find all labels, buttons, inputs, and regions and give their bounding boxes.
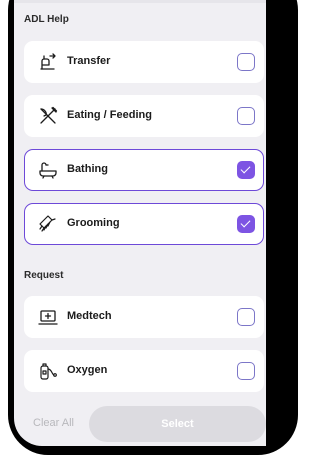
utensils-icon (38, 106, 58, 126)
checkbox-grooming[interactable] (237, 215, 255, 233)
top-divider (14, 0, 266, 3)
checkbox-medtech[interactable] (237, 308, 255, 326)
transfer-icon (38, 52, 58, 72)
option-card-oxygen[interactable]: Oxygen (24, 350, 264, 392)
section-title-adl-help: ADL Help (24, 14, 69, 25)
option-label: Grooming (67, 217, 120, 229)
option-card-bathing[interactable]: Bathing (24, 149, 264, 191)
checkbox-transfer[interactable] (237, 53, 255, 71)
oxygen-tank-icon (38, 361, 58, 381)
screen: ADL Help Transfer Eating / Feeding Bathi… (14, 0, 266, 446)
clear-all-button[interactable]: Clear All (33, 417, 74, 429)
option-card-grooming[interactable]: Grooming (24, 203, 264, 245)
option-label: Oxygen (67, 364, 108, 376)
option-label: Medtech (67, 310, 112, 322)
bathtub-icon (38, 160, 58, 180)
option-card-eating-feeding[interactable]: Eating / Feeding (24, 95, 264, 137)
option-label: Eating / Feeding (67, 109, 152, 121)
medical-kit-icon (38, 307, 58, 327)
section-title-request: Request (24, 270, 64, 281)
footer-bar: Clear All Select (14, 398, 266, 446)
select-button[interactable]: Select (89, 406, 266, 442)
checkbox-oxygen[interactable] (237, 362, 255, 380)
option-card-medtech[interactable]: Medtech (24, 296, 264, 338)
checkbox-bathing[interactable] (237, 161, 255, 179)
comb-icon (38, 214, 58, 234)
option-label: Transfer (67, 55, 111, 67)
option-label: Bathing (67, 163, 108, 175)
option-card-transfer[interactable]: Transfer (24, 41, 264, 83)
checkbox-eating-feeding[interactable] (237, 107, 255, 125)
